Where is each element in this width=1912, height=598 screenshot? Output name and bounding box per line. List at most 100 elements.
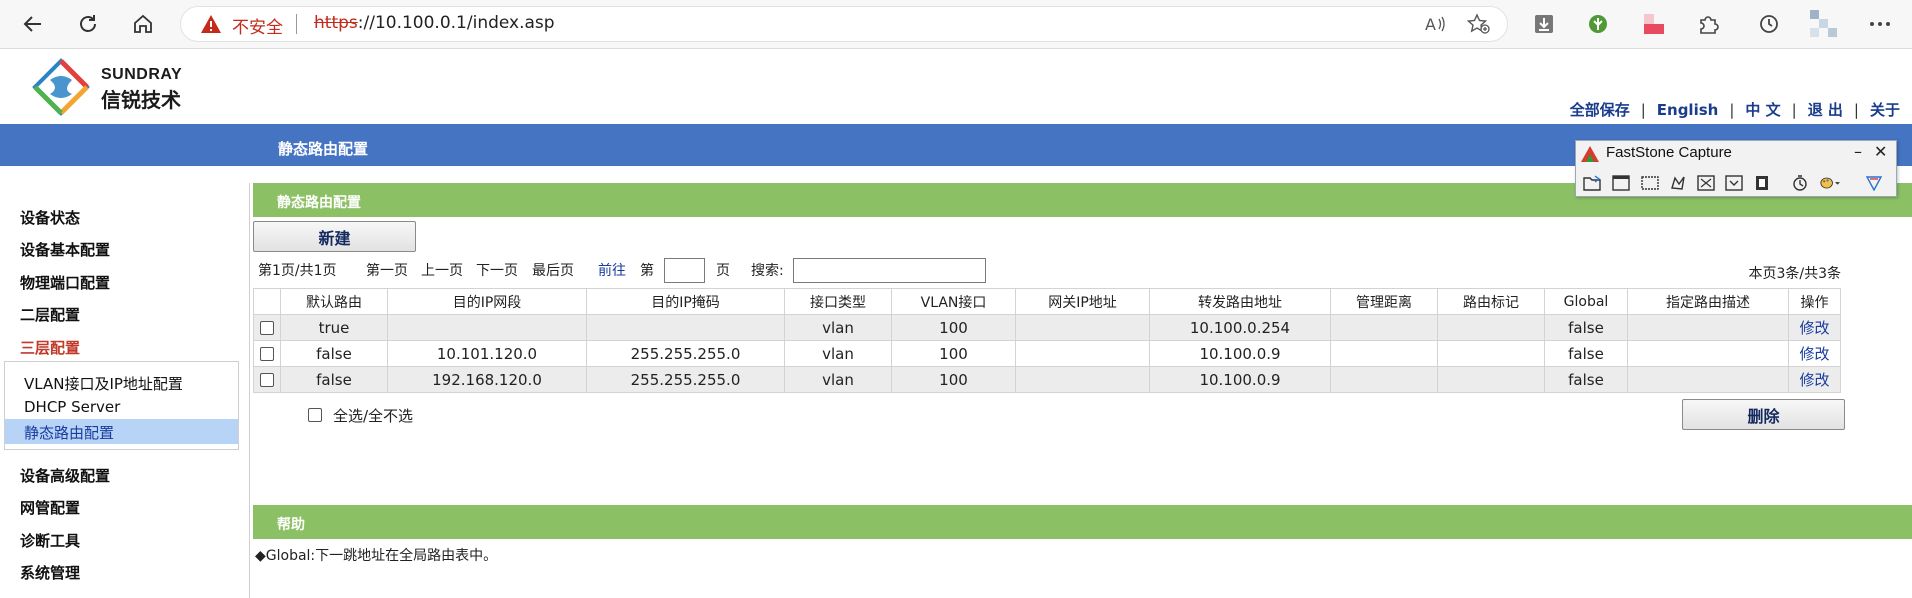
select-all-label: 全选/全不选: [333, 407, 414, 425]
download-button[interactable]: [1530, 10, 1558, 38]
fs-output-button[interactable]: [1820, 173, 1840, 193]
edit-link[interactable]: 修改: [1788, 314, 1841, 341]
cell-global: false: [1544, 314, 1628, 341]
fs-open-file-button[interactable]: [1582, 173, 1602, 193]
cell-admin-distance: [1330, 314, 1438, 341]
col-header-route-tag: 路由标记: [1437, 288, 1545, 315]
fs-capture-window-button[interactable]: [1611, 173, 1631, 193]
col-header-vlan-iface: VLAN接口: [891, 288, 1016, 315]
read-aloud-icon: A: [1425, 15, 1445, 34]
last-page-link[interactable]: 最后页: [532, 260, 574, 280]
cell-gateway-ip: [1015, 366, 1150, 393]
first-page-link[interactable]: 第一页: [366, 260, 408, 280]
select-all-checkbox[interactable]: [308, 408, 322, 422]
fs-capture-freehand-button[interactable]: [1668, 173, 1688, 193]
home-button[interactable]: [126, 7, 160, 41]
submenu-dhcp-server[interactable]: DHCP Server: [24, 398, 120, 416]
row-checkbox-cell: [253, 314, 281, 341]
row-checkbox[interactable]: [260, 321, 274, 335]
col-header-forward-addr: 转发路由地址: [1149, 288, 1331, 315]
cell-route-desc: [1627, 366, 1789, 393]
prev-page-link[interactable]: 上一页: [421, 260, 463, 280]
fs-capture-scrolling-button[interactable]: [1724, 173, 1744, 193]
edit-link[interactable]: 修改: [1788, 366, 1841, 393]
next-page-link[interactable]: 下一页: [476, 260, 518, 280]
profile-avatar-icon: [1810, 10, 1837, 37]
back-button[interactable]: [16, 7, 50, 41]
row-checkbox[interactable]: [260, 373, 274, 387]
cell-route-tag: [1437, 314, 1545, 341]
about-link[interactable]: 关于: [1870, 99, 1900, 120]
address-divider: [296, 14, 297, 34]
brand-english: SUNDRAY: [101, 66, 183, 83]
menu-device-status[interactable]: 设备状态: [20, 207, 80, 228]
cell-default-route: false: [280, 340, 388, 367]
browser-toolbar: 不安全 https://10.100.0.1/index.asp A: [0, 0, 1912, 49]
fs-capture-rect-button[interactable]: [1640, 173, 1660, 193]
submenu-static-route[interactable]: 静态路由配置: [24, 422, 114, 443]
menu-layer2-config[interactable]: 二层配置: [20, 304, 80, 325]
warning-icon: [201, 15, 221, 33]
faststone-minimize-button[interactable]: –: [1854, 142, 1862, 161]
read-aloud-button[interactable]: A: [1421, 10, 1449, 38]
faststone-close-button[interactable]: ✕: [1874, 142, 1887, 161]
menu-network-mgmt[interactable]: 网管配置: [20, 497, 80, 518]
capture-scrolling-icon: [1725, 175, 1743, 191]
menu-layer3-config[interactable]: 三层配置: [20, 337, 80, 358]
url-host: ://10.100.0.1/index.asp: [357, 13, 555, 33]
profile-button[interactable]: [1810, 10, 1838, 38]
more-menu-button[interactable]: [1866, 10, 1894, 38]
extensions-button[interactable]: [1694, 10, 1722, 38]
top-links: 全部保存 | English | 中 文 | 退 出 | 关于: [1570, 99, 1900, 120]
new-button[interactable]: 新建: [253, 221, 416, 252]
menu-system-mgmt[interactable]: 系统管理: [20, 562, 80, 583]
history-icon: [1760, 15, 1778, 33]
row-checkbox[interactable]: [260, 347, 274, 361]
download-icon: [1535, 15, 1553, 33]
fs-capture-fullscreen-button[interactable]: [1696, 173, 1716, 193]
cell-route-desc: [1627, 314, 1789, 341]
link-separator: |: [1729, 101, 1735, 119]
search-input[interactable]: [793, 258, 986, 283]
search-label: 搜索:: [751, 263, 784, 279]
cell-vlan-iface: 100: [891, 314, 1016, 341]
extension-red-icon: [1644, 14, 1664, 34]
menu-diagnostics[interactable]: 诊断工具: [20, 530, 80, 551]
url-text[interactable]: https://10.100.0.1/index.asp: [314, 13, 555, 33]
favorite-button[interactable]: [1465, 10, 1493, 38]
save-all-link[interactable]: 全部保存: [1570, 99, 1630, 120]
more-dots-icon: [1870, 22, 1890, 26]
capture-window-icon: [1612, 175, 1630, 191]
logout-link[interactable]: 退 出: [1808, 99, 1843, 120]
col-header-dest-mask: 目的IP掩码: [586, 288, 785, 315]
page-number-input[interactable]: [664, 258, 705, 283]
history-button[interactable]: [1755, 10, 1783, 38]
submenu-vlan-ip[interactable]: VLAN接口及IP地址配置: [24, 373, 183, 394]
extension-green-button[interactable]: [1584, 10, 1612, 38]
extension-red-button[interactable]: [1640, 10, 1668, 38]
page-prefix-label: 第: [640, 263, 654, 279]
faststone-capture-window[interactable]: FastStone Capture – ✕: [1575, 140, 1897, 197]
menu-port-config[interactable]: 物理端口配置: [20, 272, 110, 293]
refresh-button[interactable]: [71, 7, 105, 41]
cell-forward-addr: 10.100.0.9: [1149, 366, 1331, 393]
cell-dest-network: 192.168.120.0: [387, 366, 587, 393]
col-header-action: 操作: [1788, 288, 1841, 315]
section-title: 静态路由配置: [277, 195, 361, 211]
delete-button[interactable]: 删除: [1682, 399, 1845, 430]
fs-screen-record-button[interactable]: [1752, 173, 1772, 193]
english-link[interactable]: English: [1657, 101, 1719, 119]
link-separator: |: [1791, 101, 1797, 119]
goto-page-link[interactable]: 前往: [598, 260, 626, 280]
chinese-link[interactable]: 中 文: [1745, 99, 1780, 120]
menu-basic-config[interactable]: 设备基本配置: [20, 239, 110, 260]
cell-dest-mask: 255.255.255.0: [586, 340, 785, 367]
fs-delay-button[interactable]: [1790, 173, 1810, 193]
col-header-global: Global: [1544, 288, 1628, 315]
menu-advanced-config[interactable]: 设备高级配置: [20, 465, 110, 486]
col-header-admin-distance: 管理距离: [1330, 288, 1438, 315]
cell-iface-type: vlan: [784, 314, 892, 341]
link-separator: |: [1640, 101, 1646, 119]
edit-link[interactable]: 修改: [1788, 340, 1841, 367]
fs-settings-button[interactable]: [1864, 173, 1884, 193]
